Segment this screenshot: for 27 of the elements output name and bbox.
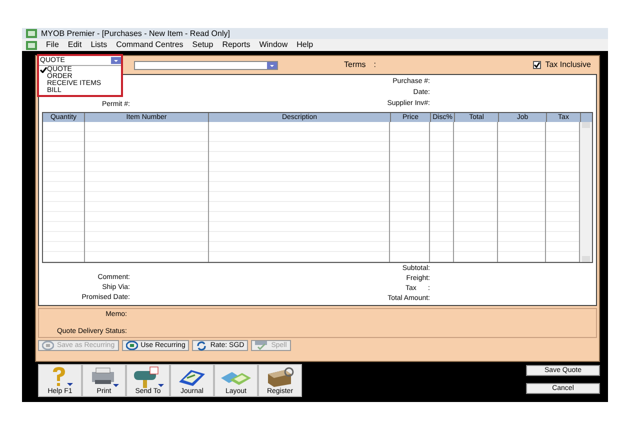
recurring-icon [126,341,138,350]
menu-item[interactable]: Lists [90,41,108,49]
printer-icon [89,366,119,388]
menu-item[interactable]: Edit [68,41,82,49]
menu-item[interactable]: Command Centres [116,41,184,49]
vertical-scrollbar[interactable] [580,122,592,262]
dropdown-arrow-icon [267,62,277,68]
refresh-icon [196,340,208,350]
supplier-combo[interactable] [134,60,278,70]
cabinet-icon [265,366,295,388]
menu-item[interactable]: Window [259,41,288,49]
checkmark-icon [40,66,46,72]
recurring-icon [42,341,54,350]
app-icon [26,29,37,38]
terms-label: Terms [344,59,366,71]
menu-item[interactable]: Help [296,41,314,49]
menu-item[interactable]: Setup [192,41,214,49]
dropdown-arrow-icon [111,57,121,64]
spell-check-icon [255,341,268,350]
app-icon [26,40,37,50]
tax-inclusive-label: Tax Inclusive [545,59,591,71]
tax-inclusive-checkbox[interactable] [533,61,542,69]
window-title: MYOB Premier - [Purchases - New Item - Read Only] [41,30,230,38]
menu-item[interactable]: Reports [222,41,250,49]
terms-colon: : [374,59,376,71]
menu-item[interactable]: File [46,41,59,49]
mailbox-icon [132,366,164,388]
